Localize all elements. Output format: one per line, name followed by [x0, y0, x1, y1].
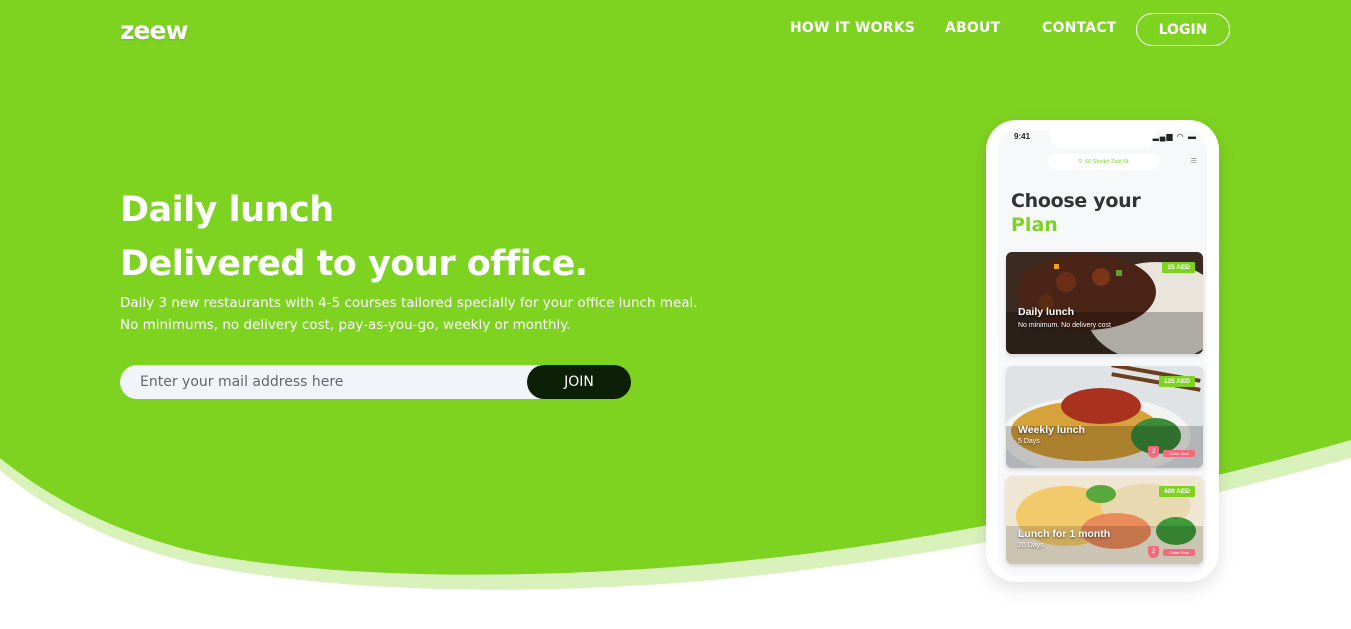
signal-wifi-battery-icon: ▂▄▆ ◠ ▬	[1152, 132, 1197, 141]
login-button[interactable]: LOGIN	[1136, 13, 1230, 46]
hero-headline-line1: Daily lunch	[120, 190, 334, 230]
plan-meta: 5 Days	[1018, 438, 1040, 445]
price-badge: 400 AED	[1158, 486, 1195, 497]
hero-subtitle-line2: No minimums, no delivery cost, pay-as-yo…	[120, 317, 571, 333]
plan-name: Daily lunch	[1018, 306, 1075, 318]
phone-notch	[1050, 130, 1156, 148]
shield-badge-icon: 2	[1148, 546, 1159, 558]
plan-title-line1: Choose your	[1011, 190, 1141, 212]
location-text: 66 Sheikh Zaid St.	[1085, 159, 1130, 165]
email-signup-form: JOIN	[120, 365, 631, 399]
hamburger-menu-icon[interactable]: ≡	[1191, 156, 1197, 167]
nav-contact[interactable]: CONTACT	[1042, 20, 1116, 36]
price-badge: 125 AED	[1158, 376, 1195, 387]
location-pin-icon: ⚲	[1078, 159, 1083, 165]
location-pill[interactable]: ⚲ 66 Sheikh Zaid St.	[1048, 154, 1160, 170]
plan-card-weekly[interactable]: 125 AED Weekly lunch 5 Days 2 Order Now	[1006, 366, 1203, 468]
plan-name: Weekly lunch	[1018, 424, 1085, 436]
top-nav: zeew HOW IT WORKS ABOUT CONTACT LOGIN	[0, 0, 1351, 60]
plan-meta: 20 Days	[1018, 542, 1044, 549]
join-button[interactable]: JOIN	[527, 365, 631, 399]
email-input[interactable]	[120, 365, 550, 399]
brand-logo[interactable]: zeew	[120, 16, 189, 45]
phone-screen: 9:41 ▂▄▆ ◠ ▬ ⚲ 66 Sheikh Zaid St. ≡ Choo…	[998, 130, 1207, 576]
hero-headline-line2: Delivered to your office.	[120, 244, 588, 284]
plan-card-daily[interactable]: 25 AED Daily lunch No minimum. No delive…	[1006, 252, 1203, 354]
plan-meta: No minimum. No delivery cost	[1018, 322, 1111, 329]
price-badge: 25 AED	[1162, 262, 1195, 273]
shield-badge-icon: 2	[1148, 446, 1159, 458]
plan-card-monthly[interactable]: 400 AED Lunch for 1 month 20 Days 2 Orde…	[1006, 476, 1203, 564]
nav-how-it-works[interactable]: HOW IT WORKS	[790, 20, 915, 36]
status-time: 9:41	[1014, 132, 1031, 141]
nav-about[interactable]: ABOUT	[945, 20, 1000, 36]
order-now-button[interactable]: Order Now	[1163, 549, 1195, 556]
plan-title-line2: Plan	[1011, 214, 1058, 236]
phone-mockup: 9:41 ▂▄▆ ◠ ▬ ⚲ 66 Sheikh Zaid St. ≡ Choo…	[986, 120, 1219, 582]
order-now-button[interactable]: Order Now	[1163, 450, 1195, 457]
hero-subtitle-line1: Daily 3 new restaurants with 4-5 courses…	[120, 295, 698, 311]
hero-section: zeew HOW IT WORKS ABOUT CONTACT LOGIN Da…	[0, 0, 1351, 629]
plan-name: Lunch for 1 month	[1018, 528, 1111, 540]
